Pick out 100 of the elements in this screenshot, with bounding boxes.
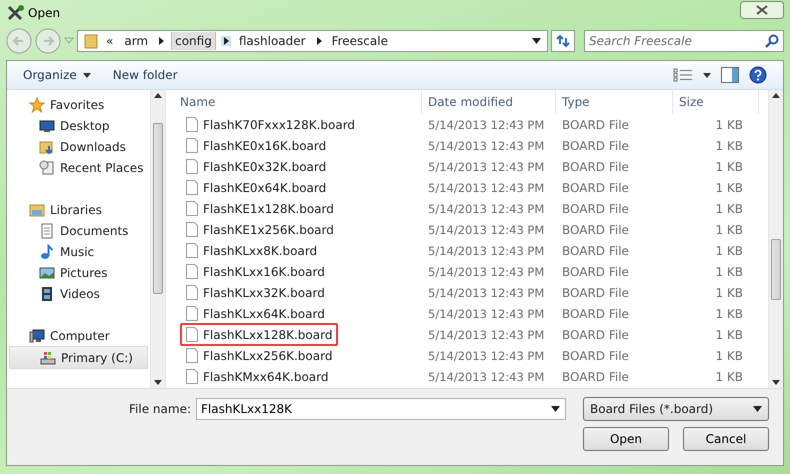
date-cell-text: 5/14/2013 12:43 PM xyxy=(427,180,546,194)
size-cell-text: 1 KB xyxy=(714,222,744,236)
file-name[interactable]: FlashKLxx8K.board xyxy=(180,239,324,262)
sidebar-group[interactable]: Computer xyxy=(9,325,148,346)
file-icon xyxy=(186,117,198,132)
triangle-icon xyxy=(156,36,166,46)
address-bar[interactable]: « arm config flashloader Freescale xyxy=(77,30,548,52)
column-header[interactable]: Date modified xyxy=(422,90,556,114)
sidebar-group[interactable]: Favorites xyxy=(9,94,148,115)
file-icon xyxy=(186,159,198,174)
breadcrumb-item[interactable]: arm xyxy=(121,32,152,50)
date-cell-text: 5/14/2013 12:43 PM xyxy=(427,244,546,258)
file-type-dropdown[interactable]: Board Files (*.board) xyxy=(583,397,769,421)
sidebar-item[interactable]: Pictures xyxy=(9,262,148,283)
drive-icon xyxy=(40,350,56,366)
sidebar-item[interactable]: Downloads xyxy=(9,136,148,157)
file-icon xyxy=(186,243,198,258)
date-cell-text: 5/14/2013 12:43 PM xyxy=(427,370,546,384)
up-arrow-icon xyxy=(154,93,162,98)
type-cell-text: BOARD File xyxy=(561,244,630,258)
sidebar-item[interactable]: Desktop xyxy=(9,115,148,136)
preview-pane-icon xyxy=(721,67,739,83)
scrollbar[interactable] xyxy=(150,90,165,388)
new-folder-button[interactable]: New folder xyxy=(106,66,184,84)
size-cell-text: 1 KB xyxy=(714,244,744,258)
scrollbar-thumb[interactable] xyxy=(771,239,781,300)
file-name-field[interactable]: FlashKLxx128K xyxy=(196,398,566,420)
date-cell-text: 5/14/2013 12:43 PM xyxy=(427,306,546,320)
date-cell-text: 5/14/2013 12:43 PM xyxy=(427,160,546,174)
date-cell-text: 5/14/2013 12:43 PM xyxy=(427,286,546,300)
file-name[interactable]: FlashKLxx256K.board xyxy=(180,344,338,367)
size-cell-text: 1 KB xyxy=(714,160,744,174)
file-name[interactable]: FlashKE1x128K.board xyxy=(180,197,340,220)
caret-icon xyxy=(82,72,91,78)
cancel-button[interactable]: Cancel xyxy=(683,427,769,451)
file-name[interactable]: FlashKE1x256K.board xyxy=(180,218,340,241)
file-icon xyxy=(186,369,198,384)
size-cell-text: 1 KB xyxy=(714,202,744,216)
type-cell-text: BOARD File xyxy=(561,118,630,132)
down-arrow-icon xyxy=(772,380,780,385)
column-header[interactable]: Type xyxy=(556,90,673,114)
caret-icon xyxy=(551,406,560,412)
sidebar-item[interactable]: Music xyxy=(9,241,148,262)
size-cell-text: 1 KB xyxy=(714,306,744,320)
type-cell-text: BOARD File xyxy=(561,160,630,174)
star-icon xyxy=(29,96,45,112)
type-cell-text: BOARD File xyxy=(561,180,630,194)
sidebar-item[interactable]: Recent Places xyxy=(9,157,148,178)
size-cell-text: 1 KB xyxy=(714,118,744,132)
file-name[interactable]: FlashKLxx64K.board xyxy=(180,302,331,325)
date-cell-text: 5/14/2013 12:43 PM xyxy=(427,118,546,132)
breadcrumb-item[interactable]: flashloader xyxy=(236,32,309,50)
caret-icon xyxy=(64,37,74,45)
organize-menu-button[interactable]: Organize xyxy=(17,66,97,84)
sidebar-item[interactable]: Videos xyxy=(9,283,148,304)
monitor-icon xyxy=(39,118,55,134)
date-cell-text: 5/14/2013 12:43 PM xyxy=(427,264,546,278)
file-name[interactable]: FlashKE0x64K.board xyxy=(180,176,332,199)
scrollbar-thumb[interactable] xyxy=(153,123,163,294)
close-icon xyxy=(740,1,784,19)
size-cell-text: 1 KB xyxy=(714,180,744,194)
type-cell-text: BOARD File xyxy=(561,370,630,384)
file-icon xyxy=(186,306,198,321)
type-cell-text: BOARD File xyxy=(561,222,630,236)
sidebar-label: Music xyxy=(60,244,94,258)
column-header[interactable]: Size xyxy=(673,90,759,114)
view-list-icon xyxy=(673,68,693,82)
sidebar-label: Documents xyxy=(60,224,128,238)
breadcrumb-item[interactable]: Freescale xyxy=(328,32,391,50)
breadcrumb-item[interactable]: « xyxy=(103,32,116,50)
sidebar-item[interactable]: Documents xyxy=(9,220,148,241)
help-icon xyxy=(749,66,767,84)
file-name[interactable]: FlashKE0x32K.board xyxy=(180,155,332,178)
scrollbar[interactable] xyxy=(768,90,783,388)
computer-icon xyxy=(29,328,45,344)
size-cell-text: 1 KB xyxy=(714,138,744,152)
file-icon xyxy=(186,348,198,363)
search-field[interactable]: Search Freescale xyxy=(584,30,784,52)
file-name[interactable]: FlashKE0x16K.board xyxy=(180,134,332,157)
film-strip-icon xyxy=(39,286,55,302)
file-name[interactable]: FlashKLxx128K.board xyxy=(180,323,338,346)
up-arrow-icon xyxy=(772,93,780,98)
sidebar-label: Primary (C:) xyxy=(61,350,133,364)
sidebar-label: Recent Places xyxy=(60,160,144,174)
file-icon xyxy=(186,327,198,342)
sidebar-item[interactable]: Primary (C:) xyxy=(9,346,148,369)
sidebar-label: Desktop xyxy=(60,118,110,132)
file-name[interactable]: FlashK70Fxxx128K.board xyxy=(180,113,362,136)
file-name[interactable]: FlashKMxx64K.board xyxy=(180,365,334,388)
file-name[interactable]: FlashKLxx32K.board xyxy=(180,281,331,304)
type-cell-text: BOARD File xyxy=(561,286,630,300)
column-header[interactable]: Name xyxy=(174,90,422,114)
music-note-icon xyxy=(39,244,55,260)
sidebar-label: Computer xyxy=(50,328,110,342)
caret-icon xyxy=(703,72,711,78)
file-icon xyxy=(186,285,198,300)
sidebar-group[interactable]: Libraries xyxy=(9,199,148,220)
breadcrumb-item[interactable]: config xyxy=(171,32,216,50)
open-button[interactable]: Open xyxy=(583,427,669,451)
file-name[interactable]: FlashKLxx16K.board xyxy=(180,260,331,283)
